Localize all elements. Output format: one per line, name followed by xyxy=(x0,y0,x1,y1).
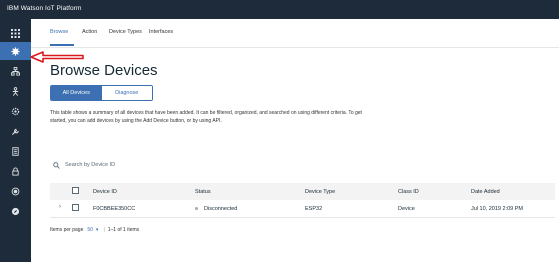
tab-device-types[interactable]: Device Types xyxy=(109,29,142,35)
page-title: Browse Devices xyxy=(50,62,158,79)
select-all-checkbox[interactable] xyxy=(72,187,79,194)
items-per-page-select[interactable]: 50 xyxy=(87,227,93,233)
settings-icon[interactable] xyxy=(0,42,31,60)
cell-date-added: Jul 10, 2019 2:09 PM xyxy=(471,206,523,212)
hierarchy-icon[interactable] xyxy=(0,62,31,80)
active-tab-indicator xyxy=(50,44,74,46)
status-text: Disconnected xyxy=(204,206,238,212)
cell-device-id: F0CBBEE350CC xyxy=(93,206,136,212)
document-icon[interactable] xyxy=(0,142,31,160)
tool-icon[interactable] xyxy=(0,122,31,140)
compass-icon[interactable] xyxy=(0,202,31,220)
pagination: Items per page 50 ▾ | 1–1 of 1 items xyxy=(50,224,555,236)
header-device-id[interactable]: Device ID xyxy=(93,189,117,195)
table-header: Device ID Status Device Type Class ID Da… xyxy=(50,183,555,200)
header-status[interactable]: Status xyxy=(195,189,211,195)
left-nav xyxy=(0,19,31,262)
row-checkbox[interactable] xyxy=(72,204,79,211)
header-device-type[interactable]: Device Type xyxy=(305,189,335,195)
top-bar: IBM Watson IoT Platform xyxy=(0,0,559,19)
diagnose-button[interactable]: Diagnose xyxy=(101,86,152,100)
search-bar[interactable]: Search by Device ID xyxy=(50,158,350,172)
tab-interfaces[interactable]: Interfaces xyxy=(149,29,173,35)
status-indicator-icon xyxy=(195,207,198,211)
item-range: 1–1 of 1 items xyxy=(107,227,140,233)
cell-status: Disconnected xyxy=(195,206,237,212)
pagination-divider: | xyxy=(103,227,105,233)
lock-icon[interactable] xyxy=(0,162,31,180)
cell-class-id: Device xyxy=(398,206,415,212)
apps-icon[interactable] xyxy=(0,24,31,42)
cell-device-type: ESP32 xyxy=(305,206,323,212)
gear-icon[interactable] xyxy=(0,102,31,120)
header-class-id[interactable]: Class ID xyxy=(398,189,419,195)
tab-browse[interactable]: Browse xyxy=(50,29,68,35)
search-icon xyxy=(53,161,60,169)
view-switcher: All Devices Diagnose xyxy=(50,85,153,101)
header-date-added[interactable]: Date Added xyxy=(471,189,500,195)
tab-action[interactable]: Action xyxy=(82,29,97,35)
items-per-page-label: Items per page xyxy=(50,227,84,233)
tab-bar: Browse Action Device Types Interfaces xyxy=(31,19,559,48)
table-row[interactable]: › F0CBBEE350CC Disconnected ESP32 Device… xyxy=(50,200,555,218)
expand-row-icon[interactable]: › xyxy=(59,204,61,210)
security-icon[interactable] xyxy=(0,182,31,200)
person-icon[interactable] xyxy=(0,82,31,100)
app-title[interactable]: IBM Watson IoT Platform xyxy=(7,5,82,12)
chevron-down-icon[interactable]: ▾ xyxy=(96,227,99,233)
all-devices-button[interactable]: All Devices xyxy=(51,86,102,100)
search-input[interactable]: Search by Device ID xyxy=(65,162,115,168)
page-description: This table shows a summary of all device… xyxy=(50,110,362,124)
